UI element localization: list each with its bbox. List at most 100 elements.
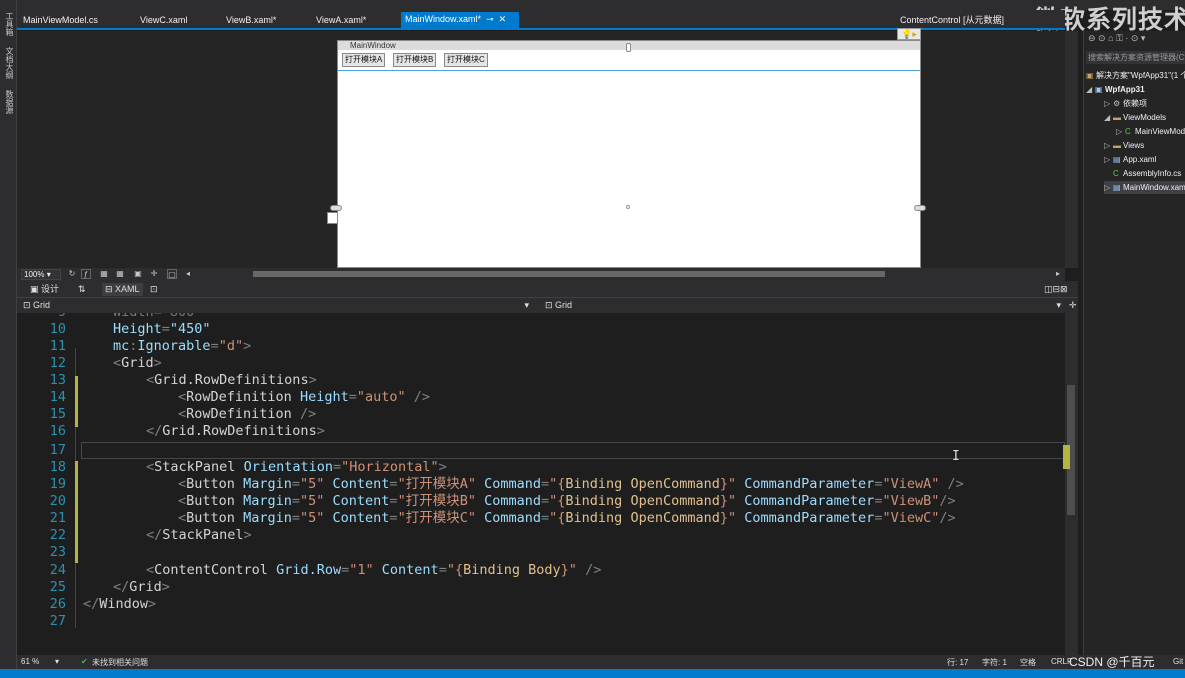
tab-mainwindow-label: MainWindow.xaml* xyxy=(405,14,482,24)
left-tool-strip: 工具箱 文档大纲 数据源 xyxy=(0,0,17,678)
code-line-27: 27 xyxy=(49,613,66,629)
git-indicator[interactable]: Git xyxy=(1173,657,1183,666)
resize-handle-left[interactable] xyxy=(330,205,342,211)
fx-icon[interactable]: ƒ xyxy=(81,269,91,279)
zoom-dropdown-icon[interactable]: ▾ xyxy=(55,657,59,666)
expand-icon[interactable]: ◢ xyxy=(1086,83,1095,96)
swap-panes-button[interactable]: ⇅ xyxy=(75,283,89,296)
expand-icon[interactable]: ▷ xyxy=(1104,181,1113,194)
design-button-a[interactable]: 打开模块A xyxy=(342,53,386,67)
folder-icon: ▬ xyxy=(1113,141,1121,150)
zoom-value: 100% xyxy=(24,270,45,279)
solution-toolbar[interactable]: ⊖ ⊙ ⌂ ⚿ · ⊙ ▾ xyxy=(1084,33,1185,47)
code-line-17: 17 xyxy=(49,442,66,458)
tree-item-mainwindow[interactable]: ▷ ▤ MainWindow.xaml xyxy=(1104,181,1185,194)
code-line-25: 25 </Grid> xyxy=(49,579,170,595)
solution-icon: ▣ xyxy=(1086,71,1094,80)
tree-item-solution[interactable]: ▣解决方案"WpfApp31"(1 个项目/共 1 个) xyxy=(1086,69,1185,82)
tab-viewb[interactable]: ViewB.xaml* xyxy=(222,13,280,28)
popout-xaml-icon[interactable]: ⊡ xyxy=(147,283,161,296)
dependencies-icon: ⚙ xyxy=(1113,99,1121,108)
resize-handle-top[interactable] xyxy=(626,43,631,52)
code-line-26: 26 </Window> xyxy=(49,596,157,612)
xaml-code-editor[interactable]: 9Width="800" 10Height="450" 11mc:Ignorab… xyxy=(17,313,1065,655)
tree-item-project[interactable]: ◢ ▣ WpfApp31 xyxy=(1086,83,1145,96)
document-tab-strip: MainViewModel.cs ViewC.xaml ViewB.xaml* … xyxy=(17,10,1065,30)
expand-icon[interactable]: ▷ xyxy=(1104,153,1113,166)
code-line-15: 15 <RowDefinition /> xyxy=(49,406,317,422)
tree-item-assemblyinfo[interactable]: C AssemblyInfo.cs xyxy=(1113,167,1181,180)
xaml-file-icon: ▤ xyxy=(1113,183,1121,192)
center-handle[interactable] xyxy=(626,205,630,209)
tab-mainviewmodel[interactable]: MainViewModel.cs xyxy=(19,13,102,28)
line-indicator[interactable]: 行: 17 xyxy=(947,657,968,668)
tab-xaml-label: XAML xyxy=(115,284,140,294)
close-icon[interactable]: ✕ xyxy=(499,14,507,24)
resize-handle-right[interactable] xyxy=(914,205,926,211)
grid-margin-marker[interactable] xyxy=(327,212,338,224)
editor-zoom[interactable]: 61 % xyxy=(21,657,39,666)
design-button-b[interactable]: 打开模块B xyxy=(393,53,437,67)
issues-status[interactable]: 未找到相关问题 xyxy=(92,657,148,668)
snap-lines-icon[interactable]: ✛ xyxy=(149,269,159,279)
title-band xyxy=(17,0,1185,10)
expand-icon[interactable]: ◢ xyxy=(1104,111,1113,124)
designer-scroll-thumb[interactable] xyxy=(253,271,885,277)
designer-vertical-scrollbar[interactable] xyxy=(1065,31,1078,268)
solution-explorer: ⊖ ⊙ ⌂ ⚿ · ⊙ ▾ 搜索解决方案资源管理器(Ctrl+;) ▣解决方案"… xyxy=(1083,31,1185,655)
tree-item-mainviewmodel[interactable]: ▷C MainViewModel.cs xyxy=(1116,125,1185,138)
tree-label: App.xaml xyxy=(1123,155,1157,164)
tree-label: ViewModels xyxy=(1123,113,1166,122)
tab-contentcontrol[interactable]: ContentControl [从元数据] xyxy=(896,13,1008,28)
solution-search-input[interactable]: 搜索解决方案资源管理器(Ctrl+;) xyxy=(1086,51,1185,64)
csharp-file-icon: C xyxy=(1113,169,1119,178)
expand-icon[interactable]: ▷ xyxy=(1104,97,1113,110)
code-line-21: 21 <Button Margin="5" Content="打开模块C" Com… xyxy=(49,510,956,526)
tab-xaml[interactable]: ⊟ XAML xyxy=(102,283,143,296)
tab-design-label: 设计 xyxy=(41,284,60,294)
tab-viewa[interactable]: ViewA.xaml* xyxy=(312,13,370,28)
code-line-14: 14 <RowDefinition Height="auto" /> xyxy=(49,389,431,405)
lightbulb-icon[interactable]: 💡▸ xyxy=(897,28,921,40)
toolbox-tab[interactable]: 工具箱 xyxy=(2,12,15,36)
tree-item-app-xaml[interactable]: ▷ ▤ App.xaml xyxy=(1104,153,1156,166)
tab-mainwindow[interactable]: MainWindow.xaml* ⊸ ✕ xyxy=(401,12,519,28)
code-line-19: 19 <Button Margin="5" Content="打开模块A" Com… xyxy=(49,476,964,492)
document-outline-tab[interactable]: 文档大纲 xyxy=(2,47,15,79)
tree-item-dependencies[interactable]: ▷ ⚙ 依赖项 xyxy=(1104,97,1147,110)
zoom-combo[interactable]: 100% ▾ xyxy=(21,269,61,280)
data-sources-tab[interactable]: 数据源 xyxy=(2,90,15,114)
design-button-c[interactable]: 打开模块C xyxy=(444,53,488,67)
whitespace-indicator[interactable]: 空格 xyxy=(1020,657,1036,668)
scroll-right-icon[interactable]: ▸ xyxy=(1053,269,1063,279)
tree-label: MainWindow.xaml xyxy=(1123,183,1185,192)
tree-item-viewmodels[interactable]: ◢ ▬ ViewModels xyxy=(1104,111,1166,124)
expand-icon[interactable]: ▷ xyxy=(1116,125,1125,138)
expand-icon[interactable]: ▷ xyxy=(1104,139,1113,152)
grid-icon[interactable]: ▦ xyxy=(99,269,109,279)
tab-design[interactable]: ▣ 设计 xyxy=(27,283,62,296)
design-window-preview[interactable]: MainWindow 打开模块A 打开模块B 打开模块C xyxy=(337,40,921,268)
artboard-icon[interactable]: ▣ xyxy=(133,269,143,279)
left-element-combo[interactable]: ⊡ Grid ▾ xyxy=(19,299,529,312)
scroll-left-icon[interactable]: ◂ xyxy=(183,269,193,279)
device-icon[interactable]: ▢ xyxy=(167,269,177,279)
snap-grid-icon[interactable]: ▦ xyxy=(115,269,125,279)
refresh-icon[interactable]: ↻ xyxy=(67,269,77,279)
scroll-change-marker xyxy=(1063,445,1070,469)
right-combo-label: Grid xyxy=(555,300,573,310)
left-combo-label: Grid xyxy=(33,300,51,310)
code-line-16: 16 </Grid.RowDefinitions> xyxy=(49,423,325,439)
add-split-icon[interactable]: ✛ xyxy=(1065,299,1077,312)
combo-arrow-icon: ▾ xyxy=(524,300,529,310)
char-indicator[interactable]: 字符: 1 xyxy=(982,657,1007,668)
tree-label: 解决方案"WpfApp31"(1 个项目/共 1 个) xyxy=(1096,71,1185,80)
code-line-22: 22 </StackPanel> xyxy=(49,527,252,543)
tree-label: MainViewModel.cs xyxy=(1135,127,1185,136)
pin-icon[interactable]: ⊸ xyxy=(486,14,494,24)
code-line-13: 13 <Grid.RowDefinitions> xyxy=(49,372,317,388)
split-view-icons[interactable]: ◫⊟⊠ xyxy=(1041,283,1071,296)
tree-item-views[interactable]: ▷ ▬ Views xyxy=(1104,139,1144,152)
tab-viewc[interactable]: ViewC.xaml xyxy=(136,13,191,28)
right-element-combo[interactable]: ⊡ Grid ▾ xyxy=(541,299,1061,312)
